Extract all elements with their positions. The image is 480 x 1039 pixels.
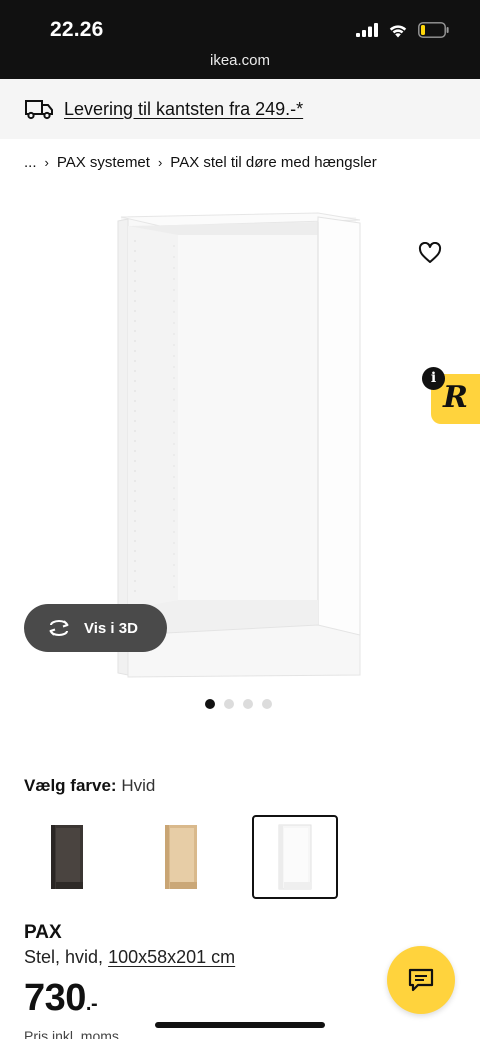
delivery-truck-icon xyxy=(25,100,53,120)
delivery-link[interactable]: Levering til kantsten fra 249.-* xyxy=(64,99,303,120)
browser-url[interactable]: ikea.com xyxy=(0,52,480,69)
reviews-logo: R xyxy=(443,380,468,415)
product-dimensions-link[interactable]: 100x58x201 cm xyxy=(108,947,235,967)
carousel-dot[interactable] xyxy=(243,699,253,709)
price-suffix: .- xyxy=(85,993,98,1015)
product-price: 730.- xyxy=(24,977,98,1020)
status-time: 22.26 xyxy=(50,18,104,41)
color-selector-label: Vælg farve: Hvid xyxy=(24,776,155,796)
status-icons xyxy=(356,22,450,38)
chat-icon xyxy=(408,968,434,992)
carousel-dot[interactable] xyxy=(205,699,215,709)
view-3d-button[interactable]: Vis i 3D xyxy=(24,604,167,652)
chevron-right-icon: › xyxy=(157,155,163,170)
delivery-banner[interactable]: Levering til kantsten fra 249.-* xyxy=(0,79,480,139)
carousel-dot[interactable] xyxy=(262,699,272,709)
color-label: Vælg farve: xyxy=(24,776,117,795)
chevron-right-icon: › xyxy=(44,155,49,170)
view-3d-label: Vis i 3D xyxy=(84,619,138,637)
color-swatch-white-stained-oak[interactable] xyxy=(138,815,224,899)
breadcrumb-ellipsis[interactable]: ... xyxy=(24,154,37,171)
breadcrumb-item-pax-frame[interactable]: PAX stel til døre med hængsler xyxy=(170,154,376,171)
product-type: Stel, hvid, xyxy=(24,947,104,967)
info-icon[interactable]: i xyxy=(422,367,445,390)
color-value: Hvid xyxy=(121,776,156,795)
heart-icon[interactable] xyxy=(418,242,442,264)
product-description: Stel, hvid, 100x58x201 cm xyxy=(24,947,235,968)
color-swatch-black-brown[interactable] xyxy=(24,815,110,899)
price-note: Pris inkl. moms xyxy=(24,1028,119,1039)
product-name: PAX xyxy=(24,922,62,943)
breadcrumb: ... › PAX systemet › PAX stel til døre m… xyxy=(24,154,377,171)
carousel-dot[interactable] xyxy=(224,699,234,709)
color-swatches xyxy=(24,815,338,899)
breadcrumb-item-pax-system[interactable]: PAX systemet xyxy=(57,154,150,171)
cellular-signal-icon xyxy=(356,23,378,37)
status-bar: 22.26 ikea.com xyxy=(0,0,480,79)
carousel-pagination xyxy=(205,699,272,709)
wifi-icon xyxy=(389,24,407,37)
battery-low-icon xyxy=(418,22,449,38)
color-swatch-white[interactable] xyxy=(252,815,338,899)
chat-button[interactable] xyxy=(387,946,455,1014)
rotate-3d-icon xyxy=(49,620,69,636)
price-value: 730 xyxy=(24,977,86,1019)
home-indicator[interactable] xyxy=(155,1022,325,1028)
